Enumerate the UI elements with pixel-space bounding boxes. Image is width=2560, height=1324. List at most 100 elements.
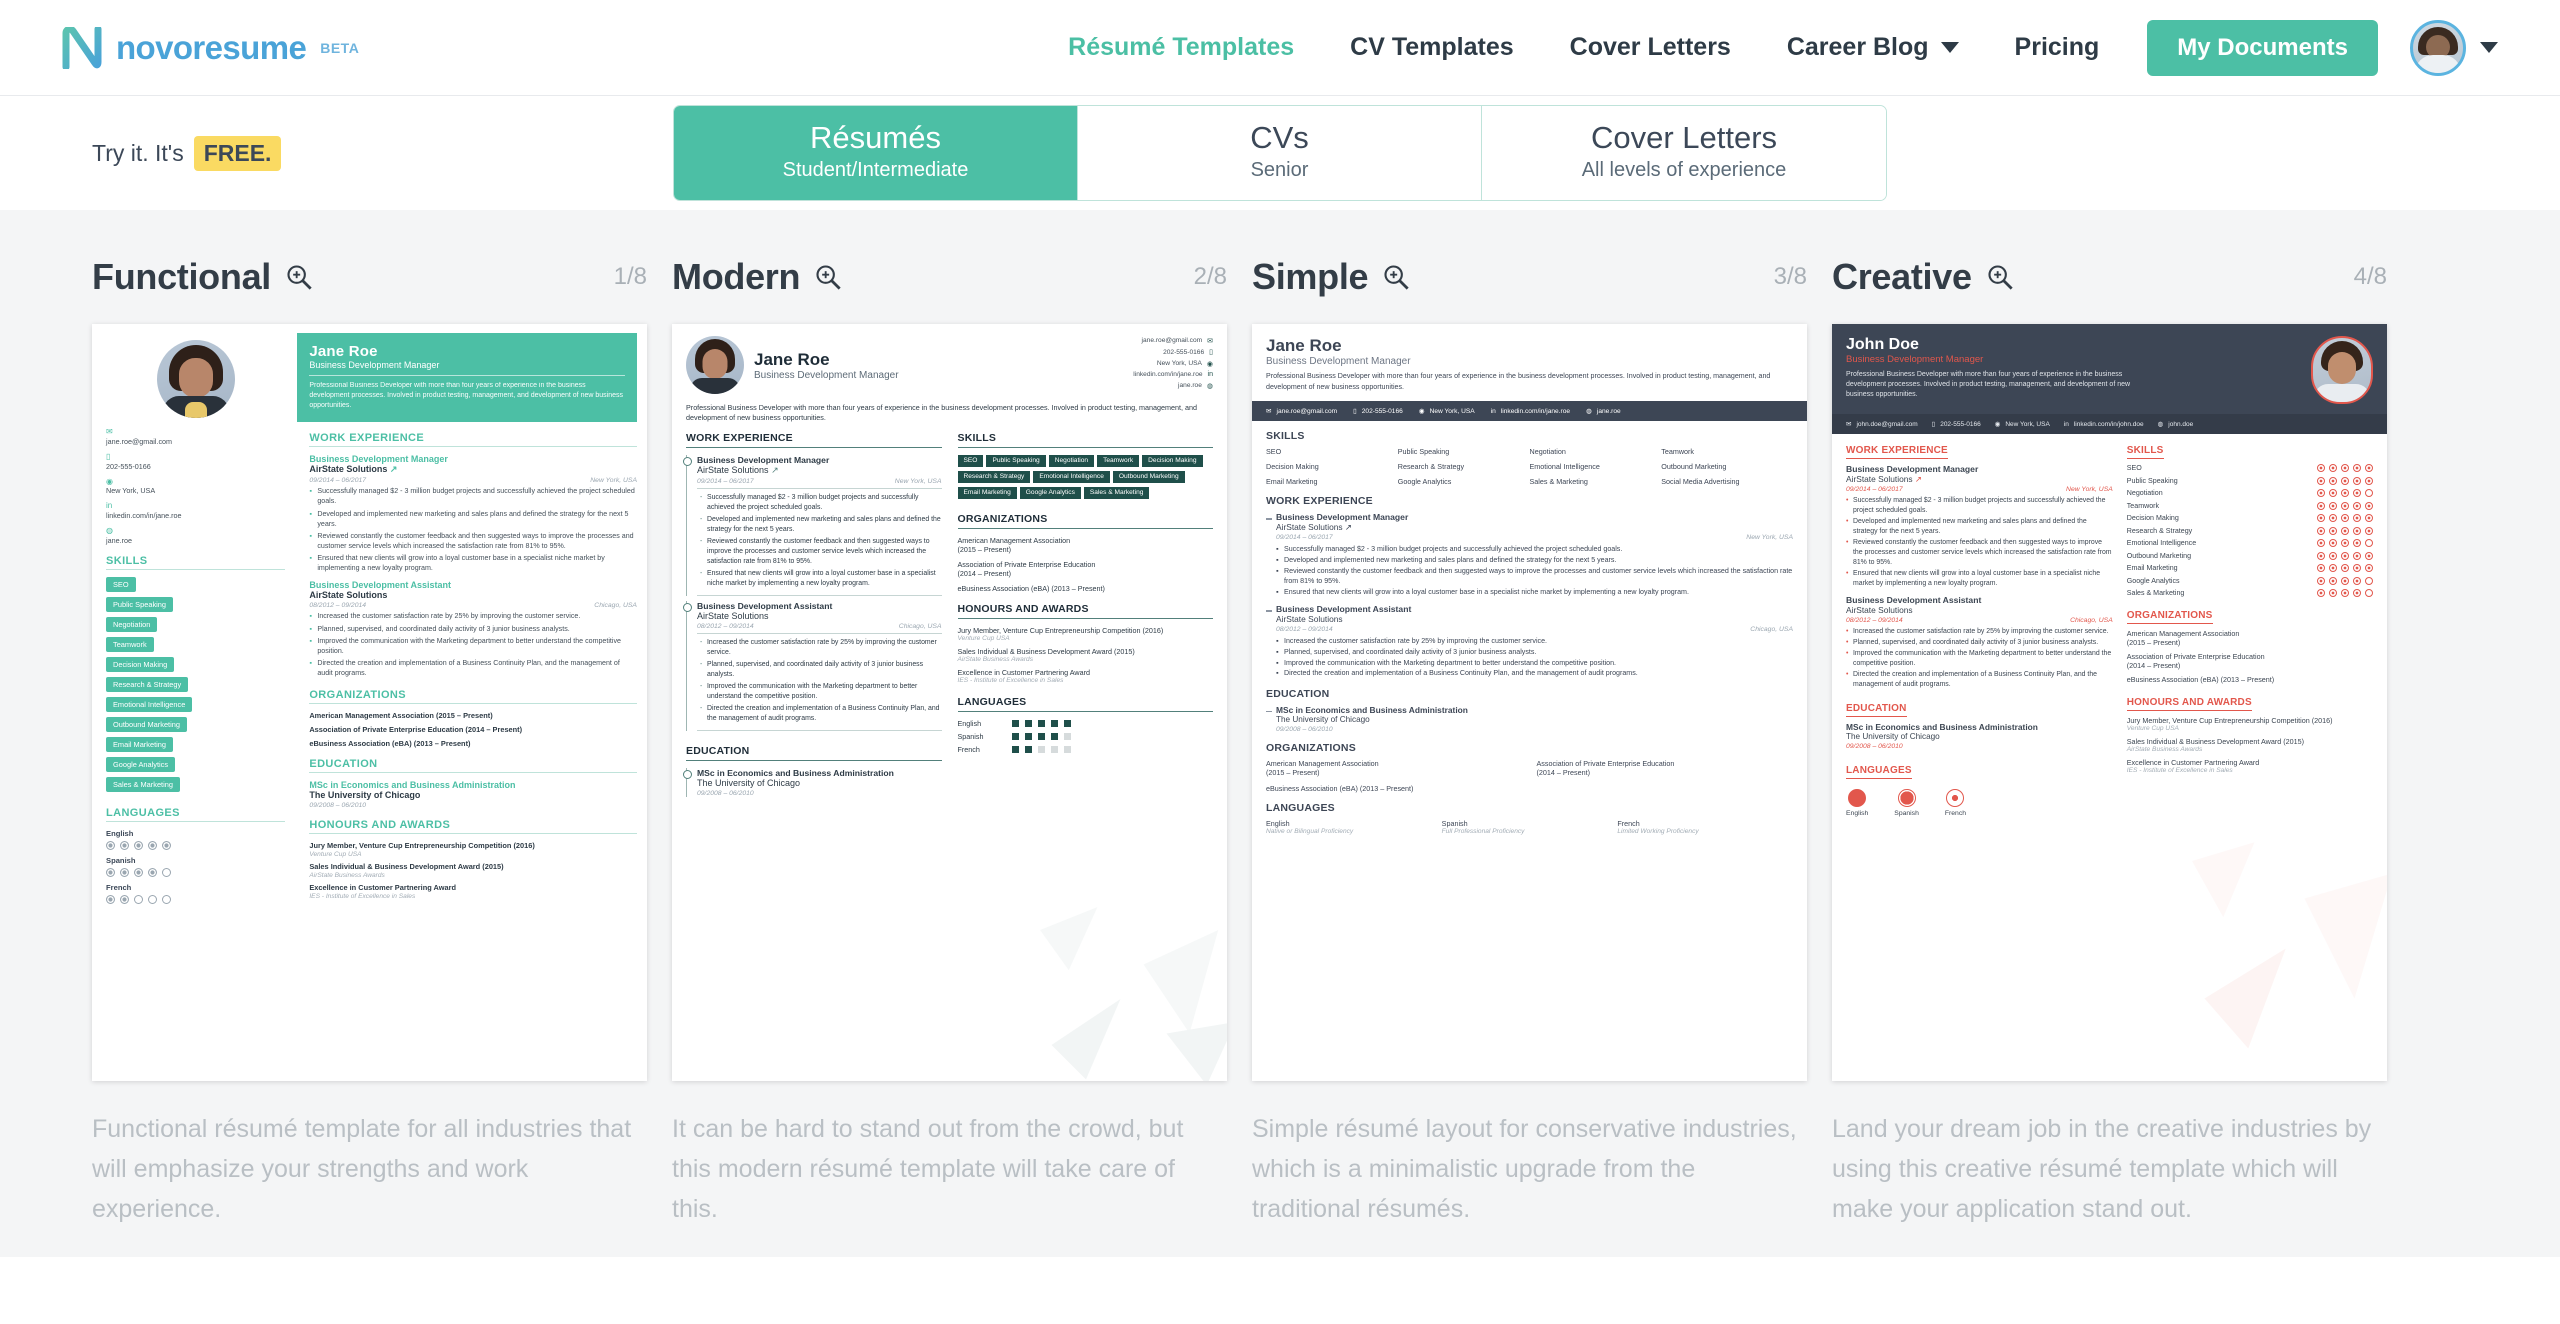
nav-label: Cover Letters bbox=[1569, 33, 1731, 61]
section-heading-languages: LANGUAGES bbox=[957, 696, 1213, 712]
phone-icon: ▯ bbox=[106, 451, 111, 461]
nav-item-cv-templates[interactable]: CV Templates bbox=[1322, 33, 1541, 62]
card-header: Functional 1/8 bbox=[92, 256, 647, 298]
job-bullet: Reviewed constantly the customer feedbac… bbox=[700, 537, 942, 566]
contact-location: ◉ New York, USA bbox=[106, 477, 285, 496]
nav-item-pricing[interactable]: Pricing bbox=[1987, 33, 2128, 62]
card-title: Simple bbox=[1252, 256, 1369, 297]
language-level-french bbox=[106, 894, 285, 904]
nav-item-career-blog[interactable]: Career Blog bbox=[1759, 33, 1987, 62]
language-row: Spanish bbox=[958, 732, 1214, 741]
job-bullet: Planned, supervised, and coordinated dai… bbox=[700, 660, 942, 680]
honour-title: Sales Individual & Business Development … bbox=[2126, 736, 2305, 746]
organization-item: eBusiness Association (eBA) (2013 – Pres… bbox=[1266, 784, 1414, 794]
job-dates: 08/2012 – 09/2014 bbox=[1276, 626, 1333, 634]
tab-subtitle: Student/Intermediate bbox=[782, 158, 969, 181]
language-name: Spanish bbox=[957, 731, 984, 741]
tab-resumes[interactable]: Résumés Student/Intermediate bbox=[674, 106, 1078, 200]
account-menu[interactable] bbox=[2410, 19, 2498, 76]
language-level-french bbox=[1946, 789, 1965, 808]
contact-email: ✉ jane.roe@gmail.com bbox=[1266, 407, 1338, 416]
skype-icon: ◍ bbox=[1206, 382, 1213, 390]
decorative-triangles bbox=[2192, 842, 2387, 1049]
language-item: French bbox=[1945, 789, 1966, 817]
section-heading-skills: SKILLS bbox=[106, 555, 286, 570]
job-place: New York, USA bbox=[1746, 534, 1793, 542]
skill-row: Research & Strategy bbox=[2127, 526, 2373, 535]
skill-item: Email Marketing bbox=[1266, 477, 1318, 487]
skill-chip: Public Speaking bbox=[986, 454, 1046, 467]
honour-org: AirState Business Awards bbox=[309, 872, 385, 880]
resume-photo bbox=[686, 336, 744, 394]
section-heading-work: WORK EXPERIENCE bbox=[1266, 495, 1373, 508]
skill-row: Google Analytics bbox=[2127, 576, 2373, 585]
my-documents-button[interactable]: My Documents bbox=[2147, 19, 2378, 76]
job-bullet: Increased the customer satisfaction rate… bbox=[309, 612, 637, 622]
nav-item-resume-templates[interactable]: Résumé Templates bbox=[1040, 33, 1322, 62]
contact-linkedin: in linkedin.com/in/john.doe bbox=[2063, 420, 2144, 428]
zoom-in-icon[interactable] bbox=[285, 263, 313, 291]
job-bullet: Improved the communication with the Mark… bbox=[700, 682, 942, 702]
logo[interactable]: novoresume BETA bbox=[62, 26, 359, 69]
job-dates: 09/2014 – 06/2017 bbox=[697, 477, 754, 485]
skill-chip: Sales & Marketing bbox=[1083, 486, 1150, 499]
language-name: French bbox=[1944, 810, 1967, 818]
zoom-in-icon[interactable] bbox=[1986, 263, 2014, 291]
linkedin-icon: in bbox=[1207, 371, 1213, 379]
job-bullet: Successfully managed $2 - 3 million budg… bbox=[700, 493, 942, 513]
phone-icon: ▯ bbox=[1931, 421, 1936, 428]
resume-role: Business Development Manager bbox=[309, 360, 625, 376]
skill-row: SEO bbox=[2127, 464, 2373, 472]
language-level-english bbox=[106, 840, 285, 850]
skill-chip: Google Analytics bbox=[106, 756, 176, 772]
contact-skype: ◍ jane.roe bbox=[1586, 407, 1621, 416]
language-name: Spanish bbox=[1894, 810, 1919, 818]
contact-linkedin: linkedin.com/in/jane.roe in bbox=[1133, 371, 1213, 379]
organization-item: eBusiness Association (eBA) (2013 – Pres… bbox=[2126, 674, 2275, 684]
template-preview-functional[interactable]: ✉ jane.roe@gmail.com ▯ 202-555-0166 ◉ Ne… bbox=[92, 324, 647, 1081]
contact-linkedin: in linkedin.com/in/jane.roe bbox=[106, 501, 285, 521]
mail-icon: ✉ bbox=[1846, 421, 1852, 428]
job-place: Chicago, USA bbox=[898, 623, 942, 631]
chevron-down-icon[interactable] bbox=[2480, 42, 2498, 53]
job-title: Business Development Assistant bbox=[697, 601, 833, 612]
zoom-in-icon[interactable] bbox=[814, 263, 842, 291]
card-description: It can be hard to stand out from the cro… bbox=[672, 1115, 1184, 1223]
job-entry: Business Development Assistant AirState … bbox=[683, 601, 942, 732]
job-bullet: Increased the customer satisfaction rate… bbox=[700, 638, 942, 658]
resume-summary: Professional Business Developer with mor… bbox=[686, 403, 1197, 423]
tab-cvs[interactable]: CVs Senior bbox=[1078, 106, 1482, 200]
zoom-in-icon[interactable] bbox=[1382, 263, 1410, 291]
card-title: Creative bbox=[1832, 256, 1972, 297]
job-title: Business Development Manager bbox=[309, 454, 448, 465]
template-preview-simple[interactable]: Jane Roe Business Development Manager Pr… bbox=[1252, 324, 1807, 1081]
contact-location: New York, USA ◉ bbox=[1156, 360, 1213, 368]
skype-icon: ◍ bbox=[106, 526, 113, 536]
honour-item: Sales Individual & Business Development … bbox=[309, 862, 637, 879]
job-company: AirState Solutions ↗ bbox=[697, 464, 779, 475]
organization-item: eBusiness Association (eBA) (2013 – Pres… bbox=[957, 583, 1105, 593]
education-degree: MSc in Economics and Business Administra… bbox=[1276, 705, 1468, 716]
honour-org: IES - Institute of Excellence in Sales bbox=[957, 676, 1064, 684]
avatar[interactable] bbox=[2410, 19, 2466, 76]
languages-grid: English Native or Bilingual Proficiency … bbox=[1266, 819, 1793, 835]
job-entry: Business Development Assistant AirState … bbox=[1266, 604, 1793, 679]
linkedin-icon: in bbox=[106, 501, 113, 511]
skills-rating-list: SEO Public Speaking Negotiation Teamwork… bbox=[2127, 464, 2373, 597]
main-nav: Résumé Templates CV Templates Cover Lett… bbox=[1040, 19, 2498, 76]
honour-item: Jury Member, Venture Cup Entrepreneurshi… bbox=[309, 841, 637, 858]
template-preview-creative[interactable]: John Doe Business Development Manager Pr… bbox=[1832, 324, 2387, 1081]
resume-role: Business Development Manager bbox=[1846, 354, 1984, 365]
template-preview-modern[interactable]: Jane Roe Business Development Manager ja… bbox=[672, 324, 1227, 1081]
education-school: The University of Chicago bbox=[697, 778, 801, 789]
tab-cover-letters[interactable]: Cover Letters All levels of experience bbox=[1482, 106, 1886, 200]
contact-value: 202-555-0166 bbox=[106, 461, 151, 471]
language-level-spanish bbox=[106, 867, 285, 877]
section-heading-honours: HONOURS AND AWARDS bbox=[957, 603, 1213, 619]
job-bullet: Improved the communication with the Mark… bbox=[309, 637, 637, 657]
template-card-creative: Creative 4/8 John Doe Business Developme… bbox=[1832, 256, 2387, 1229]
nav-label: Résumé Templates bbox=[1068, 33, 1295, 61]
nav-item-cover-letters[interactable]: Cover Letters bbox=[1542, 33, 1759, 62]
education-dates: 09/2008 – 06/2010 bbox=[309, 802, 367, 810]
job-entry: Business Development Manager AirState So… bbox=[683, 454, 942, 597]
